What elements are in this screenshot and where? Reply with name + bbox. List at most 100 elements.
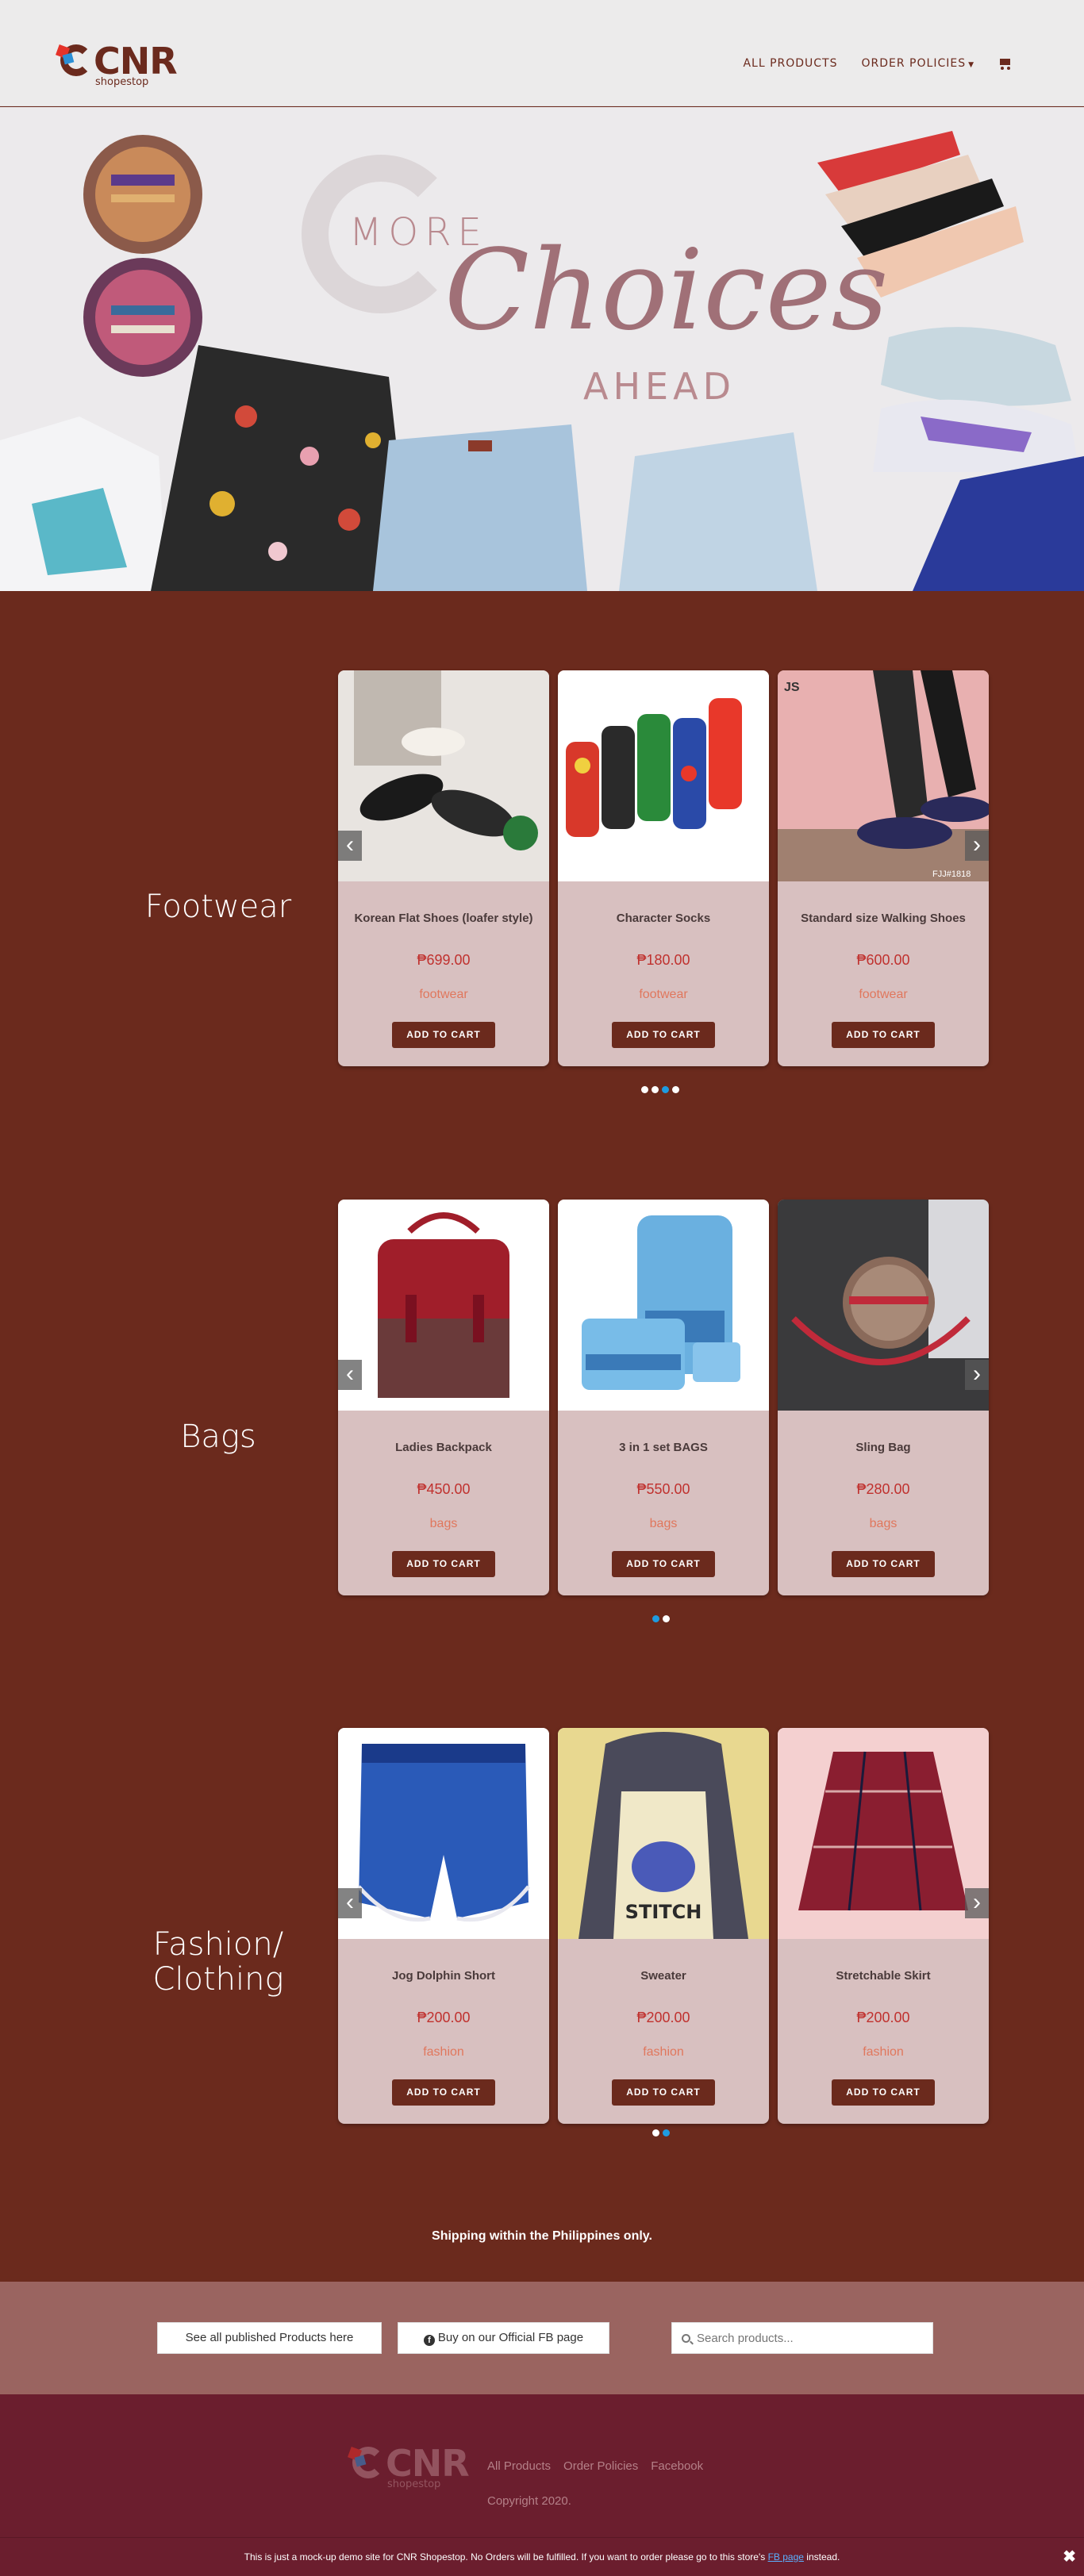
search-box[interactable]: [671, 2322, 933, 2354]
footer-links: All Products Order Policies Facebook: [487, 2459, 703, 2473]
3-in-1-bags-image: [558, 1200, 769, 1411]
carousel-dot[interactable]: [652, 2129, 659, 2136]
carousel-next-button[interactable]: ›: [965, 1360, 989, 1390]
carousel-prev-button[interactable]: ‹: [338, 1888, 362, 1918]
logo-text: CNR: [94, 40, 178, 83]
product-image[interactable]: ‹: [338, 1728, 549, 1939]
nav-order-policies[interactable]: ORDER POLICIES ▼: [862, 57, 975, 70]
carousel-dot-active[interactable]: [652, 1615, 659, 1622]
demo-notice-bar: This is just a mock-up demo site for CNR…: [0, 2537, 1084, 2576]
category-bags: Bags ‹ Ladies Backpack ₱450.00 bags ADD …: [0, 1119, 1084, 1648]
footer-link-order-policies[interactable]: Order Policies: [563, 2459, 638, 2473]
carousel-dot-active[interactable]: [663, 2129, 670, 2136]
footer-link-facebook[interactable]: Facebook: [651, 2459, 703, 2473]
add-to-cart-button[interactable]: ADD TO CART: [612, 1022, 715, 1048]
product-image[interactable]: ‹: [338, 1200, 549, 1411]
product-card[interactable]: Character Socks ₱180.00 footwear ADD TO …: [558, 670, 769, 1066]
add-to-cart-button[interactable]: ADD TO CART: [612, 1551, 715, 1577]
carousel-dots: [652, 2129, 670, 2136]
search-icon: [682, 2333, 690, 2343]
product-price: ₱180.00: [636, 952, 690, 968]
search-input[interactable]: [697, 2331, 919, 2345]
product-name[interactable]: Sling Bag: [778, 1441, 989, 1454]
carousel-dot-active[interactable]: [662, 1086, 669, 1093]
product-card[interactable]: JS FJJ#1818 › Standard size Walking Shoe…: [778, 670, 989, 1066]
product-image[interactable]: JS FJJ#1818 ›: [778, 670, 989, 881]
product-name[interactable]: Stretchable Skirt: [778, 1969, 989, 1983]
product-name[interactable]: Character Socks: [558, 912, 769, 925]
product-card[interactable]: ‹ Korean Flat Shoes (loafer style) ₱699.…: [338, 670, 549, 1066]
add-to-cart-button[interactable]: ADD TO CART: [832, 1551, 935, 1577]
brand-badge: JS: [784, 681, 800, 694]
product-name[interactable]: Ladies Backpack: [338, 1441, 549, 1454]
carousel-next-button[interactable]: ›: [965, 1888, 989, 1918]
product-category[interactable]: fashion: [338, 2045, 549, 2060]
product-image[interactable]: [558, 670, 769, 881]
carousel-next-button[interactable]: ›: [965, 831, 989, 861]
add-to-cart-button[interactable]: ADD TO CART: [392, 1022, 495, 1048]
notice-suffix: instead.: [806, 2551, 840, 2563]
add-to-cart-button[interactable]: ADD TO CART: [392, 2079, 495, 2106]
product-card[interactable]: ‹ Ladies Backpack ₱450.00 bags ADD TO CA…: [338, 1200, 549, 1595]
product-card[interactable]: 3 in 1 set BAGS ₱550.00 bags ADD TO CART: [558, 1200, 769, 1595]
category-fashion: Fashion/ Clothing ‹ Jog Dolphin Short ₱2…: [0, 1648, 1084, 2176]
logo-mark-icon: [56, 40, 94, 79]
product-image[interactable]: STITCH: [558, 1728, 769, 1939]
carousel-dots: [641, 1086, 679, 1093]
carousel-prev-button[interactable]: ‹: [338, 831, 362, 861]
product-name[interactable]: 3 in 1 set BAGS: [558, 1441, 769, 1454]
product-category[interactable]: footwear: [558, 988, 769, 1002]
carousel-dot[interactable]: [652, 1086, 659, 1093]
product-price: ₱699.00: [417, 952, 471, 968]
notice-fb-link[interactable]: FB page: [768, 2551, 804, 2563]
cart-icon[interactable]: [998, 57, 1013, 70]
product-category[interactable]: bags: [338, 1517, 549, 1531]
fb-page-button[interactable]: f Buy on our Official FB page: [398, 2322, 609, 2354]
carousel-prev-button[interactable]: ‹: [338, 1360, 362, 1390]
product-name[interactable]: Sweater: [558, 1969, 769, 1983]
walking-shoes-image: JS FJJ#1818: [778, 670, 989, 881]
product-image[interactable]: [558, 1200, 769, 1411]
product-category[interactable]: fashion: [558, 2045, 769, 2060]
product-card[interactable]: › Sling Bag ₱280.00 bags ADD TO CART: [778, 1200, 989, 1595]
product-name[interactable]: Jog Dolphin Short: [338, 1969, 549, 1983]
product-code: FJJ#1818: [932, 870, 971, 879]
product-card[interactable]: › Stretchable Skirt ₱200.00 fashion ADD …: [778, 1728, 989, 2124]
carousel-dot[interactable]: [672, 1086, 679, 1093]
close-icon[interactable]: ✖: [1063, 2538, 1076, 2576]
carousel-dot[interactable]: [641, 1086, 648, 1093]
blue-tshirt-image: [913, 456, 1084, 591]
product-image[interactable]: ›: [778, 1728, 989, 1939]
hero-line-2: Choices: [444, 226, 889, 355]
product-image[interactable]: ›: [778, 1200, 989, 1411]
product-category[interactable]: footwear: [338, 988, 549, 1002]
category-title: Bags: [180, 1419, 256, 1455]
footer-logo[interactable]: CNR shopestop: [348, 2442, 470, 2490]
product-name[interactable]: Standard size Walking Shoes: [778, 912, 989, 925]
add-to-cart-button[interactable]: ADD TO CART: [392, 1551, 495, 1577]
nav-all-products[interactable]: ALL PRODUCTS: [743, 57, 837, 70]
product-card[interactable]: ‹ Jog Dolphin Short ₱200.00 fashion ADD …: [338, 1728, 549, 2124]
character-socks-image: [558, 670, 769, 881]
product-category[interactable]: bags: [778, 1517, 989, 1531]
sweater-print-text: STITCH: [625, 1901, 702, 1923]
dolphin-short-image: [338, 1728, 549, 1939]
product-category[interactable]: footwear: [778, 988, 989, 1002]
product-name[interactable]: Korean Flat Shoes (loafer style): [338, 912, 549, 925]
footer-link-all-products[interactable]: All Products: [487, 2459, 551, 2473]
carousel-dot[interactable]: [663, 1615, 670, 1622]
product-image[interactable]: ‹: [338, 670, 549, 881]
see-all-products-button[interactable]: See all published Products here: [157, 2322, 382, 2354]
product-category[interactable]: bags: [558, 1517, 769, 1531]
add-to-cart-button[interactable]: ADD TO CART: [612, 2079, 715, 2106]
hero-banner: MORE Choices AHEAD: [0, 107, 1084, 591]
add-to-cart-button[interactable]: ADD TO CART: [832, 2079, 935, 2106]
add-to-cart-button[interactable]: ADD TO CART: [832, 1022, 935, 1048]
footer-logo-text: CNR: [386, 2442, 470, 2485]
site-logo[interactable]: CNR shopestop: [56, 40, 178, 88]
product-category[interactable]: fashion: [778, 2045, 989, 2060]
product-price: ₱450.00: [417, 1481, 471, 1497]
product-card[interactable]: STITCH Sweater ₱200.00 fashion ADD TO CA…: [558, 1728, 769, 2124]
product-price: ₱200.00: [636, 2010, 690, 2025]
product-price: ₱600.00: [856, 952, 910, 968]
